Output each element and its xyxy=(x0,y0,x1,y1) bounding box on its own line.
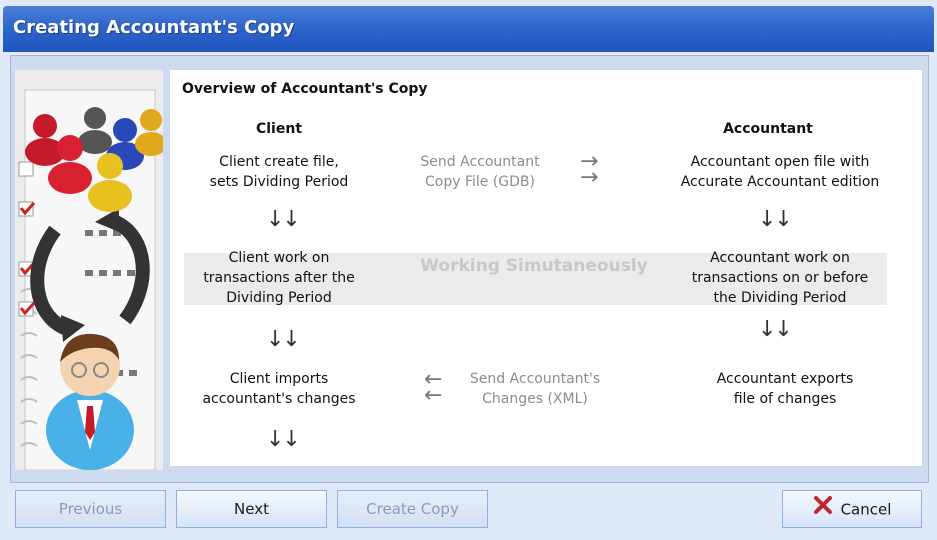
next-button[interactable]: Next xyxy=(176,490,327,528)
send-changes-text: Send Accountant's Changes (XML) xyxy=(469,371,601,407)
working-simultaneously-label: Working Simutaneously xyxy=(420,256,648,276)
x-icon xyxy=(813,492,833,528)
wizard-window: Creating Accountant's Copy Overview of A… xyxy=(0,0,937,540)
client-header: Client xyxy=(255,121,303,137)
previous-button[interactable]: Previous xyxy=(15,490,166,528)
client-create-file-text: Client create file, sets Dividing Period xyxy=(209,154,349,190)
overview-panel: Overview of Accountant's Copy Client Acc… xyxy=(170,70,922,466)
accountant-exports-text: Accountant exports file of changes xyxy=(716,371,854,407)
window-title: Creating Accountant's Copy xyxy=(13,17,295,38)
cancel-label: Cancel xyxy=(840,500,892,519)
right-arrows-icon: → → xyxy=(580,149,599,190)
down-arrows-icon: ↓↓ xyxy=(266,327,301,352)
title-bar: Creating Accountant's Copy xyxy=(3,6,934,52)
send-copy-file-text: Send Accountant Copy File (GDB) xyxy=(420,154,540,190)
client-imports-text: Client imports accountant's changes xyxy=(202,371,356,407)
down-arrows-icon: ↓↓ xyxy=(266,207,301,232)
down-arrows-icon: ↓↓ xyxy=(758,317,793,342)
left-arrows-icon: ← ← xyxy=(424,367,443,408)
down-arrows-icon: ↓↓ xyxy=(266,427,301,452)
accountant-header: Accountant xyxy=(723,121,813,137)
accountant-work-text: Accountant work on transactions on or be… xyxy=(691,250,869,306)
accountant-open-file-text: Accountant open file with Accurate Accou… xyxy=(680,154,880,190)
overview-heading: Overview of Accountant's Copy xyxy=(182,81,428,97)
client-work-text: Client work on transactions after the Di… xyxy=(203,250,355,306)
side-illustration xyxy=(15,70,163,470)
cancel-button[interactable]: Cancel xyxy=(782,490,922,528)
down-arrows-icon: ↓↓ xyxy=(758,207,793,232)
create-copy-button[interactable]: Create Copy xyxy=(337,490,488,528)
